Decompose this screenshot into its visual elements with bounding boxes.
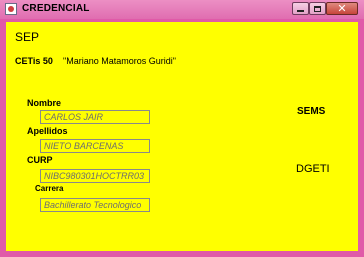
cetis-label: CETis 50 [15, 56, 53, 66]
window-title: CREDENCIAL [22, 3, 90, 14]
school-name-label: "Mariano Matamoros Guridi" [63, 56, 176, 66]
minimize-button[interactable] [292, 2, 309, 15]
curp-label: CURP [27, 155, 53, 165]
minimize-icon [297, 10, 304, 12]
close-button[interactable]: ✕ [326, 2, 358, 15]
carrera-field[interactable] [40, 198, 150, 212]
carrera-label: Carrera [35, 184, 64, 193]
java-app-icon [5, 3, 17, 15]
close-icon: ✕ [337, 2, 347, 15]
nombre-label: Nombre [27, 98, 62, 108]
curp-field[interactable] [40, 169, 150, 183]
maximize-icon [314, 5, 321, 12]
apellidos-label: Apellidos [27, 126, 68, 136]
title-bar[interactable]: CREDENCIAL ✕ [0, 0, 364, 19]
nombre-field[interactable] [40, 110, 150, 124]
credencial-window: CREDENCIAL ✕ SEP CETis 50 "Mariano Matam… [0, 0, 364, 257]
sems-label: SEMS [297, 106, 326, 117]
dgeti-label: DGETI [296, 163, 330, 175]
maximize-button[interactable] [309, 2, 326, 15]
credential-panel: SEP CETis 50 "Mariano Matamoros Guridi" … [6, 22, 358, 251]
apellidos-field[interactable] [40, 139, 150, 153]
sep-label: SEP [15, 30, 40, 44]
